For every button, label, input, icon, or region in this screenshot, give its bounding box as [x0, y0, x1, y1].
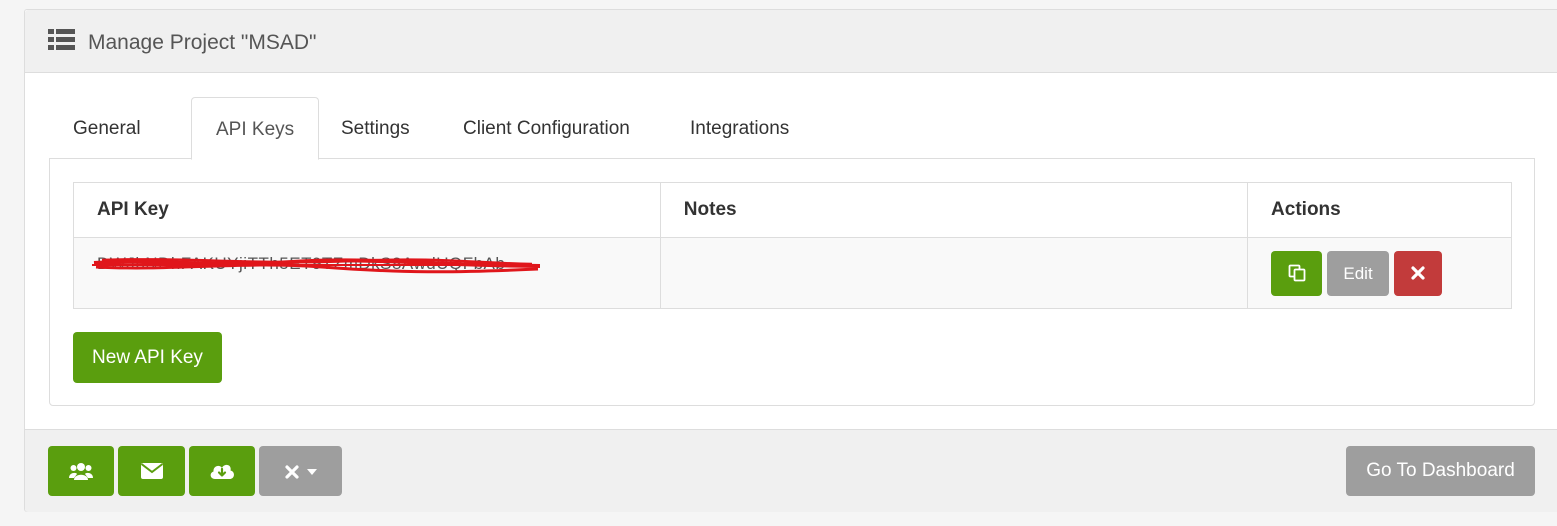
cloud-download-icon	[189, 446, 255, 496]
new-api-key-button[interactable]: New API Key	[73, 332, 222, 383]
copy-icon	[1271, 251, 1322, 296]
panel-footer: Go To Dashboard	[25, 429, 1557, 512]
delete-key-button[interactable]	[1394, 250, 1443, 296]
table-header-row: API Key Notes Actions	[73, 182, 1512, 238]
members-button[interactable]	[48, 446, 114, 496]
tab-api-keys[interactable]: API Keys	[191, 97, 320, 160]
caret-down-icon	[306, 464, 317, 479]
api-keys-tab-content: API Key Notes Actions DWJbNDhFAKUYjiTTh5…	[49, 158, 1535, 406]
users-icon	[48, 446, 114, 496]
tab-general[interactable]: General	[49, 97, 165, 159]
tab-bar: General API Keys Settings Client Configu…	[49, 97, 1534, 160]
api-key-value: DWJbNDhFAKUYjiTTh5ET9TZmDkS8AwdUQFbAb	[97, 254, 506, 273]
column-header-api-key: API Key	[73, 182, 661, 238]
download-button[interactable]	[189, 446, 255, 496]
panel-heading: Manage Project "MSAD"	[25, 10, 1557, 73]
manage-project-panel: Manage Project "MSAD" General API Keys S…	[24, 9, 1557, 512]
go-to-dashboard-button[interactable]: Go To Dashboard	[1346, 446, 1535, 496]
copy-key-button[interactable]	[1271, 250, 1323, 296]
tab-settings[interactable]: Settings	[317, 97, 434, 159]
api-keys-table: API Key Notes Actions DWJbNDhFAKUYjiTTh5…	[73, 182, 1512, 309]
envelope-icon	[118, 446, 185, 496]
times-icon	[284, 463, 299, 479]
actions-dropdown-button[interactable]	[259, 446, 342, 496]
edit-key-button[interactable]: Edit	[1327, 250, 1390, 296]
column-header-actions: Actions	[1247, 182, 1512, 238]
api-key-cell: DWJbNDhFAKUYjiTTh5ET9TZmDkS8AwdUQFbAb	[73, 237, 661, 309]
column-header-notes: Notes	[659, 182, 1249, 238]
tab-integrations[interactable]: Integrations	[666, 97, 813, 159]
actions-cell: Edit	[1247, 237, 1512, 309]
table-row: DWJbNDhFAKUYjiTTh5ET9TZmDkS8AwdUQFbAb Ed…	[73, 237, 1512, 309]
tab-client-configuration[interactable]: Client Configuration	[439, 97, 654, 159]
notes-cell	[659, 237, 1249, 309]
list-icon	[48, 28, 75, 50]
page-title: Manage Project "MSAD"	[88, 31, 317, 54]
email-button[interactable]	[118, 446, 185, 496]
times-icon	[1394, 251, 1442, 296]
